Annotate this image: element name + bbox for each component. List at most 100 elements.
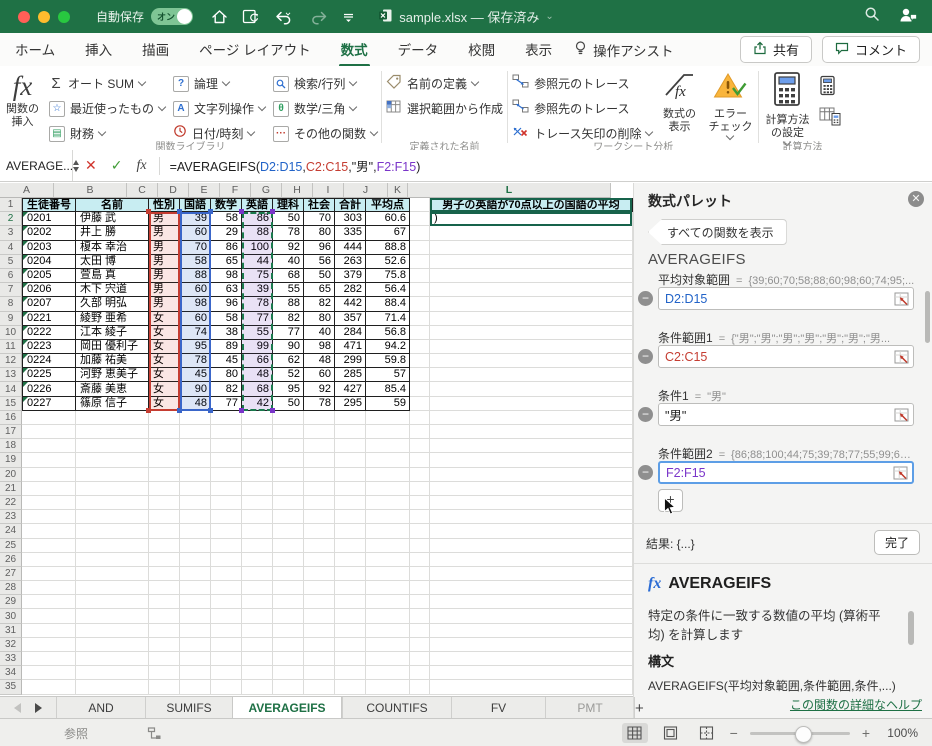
cell-score[interactable]: 98 [180,297,211,312]
description-scrollbar[interactable] [908,611,914,645]
cell-score[interactable]: 77 [273,325,304,340]
empty-cell[interactable] [180,637,211,652]
empty-cell[interactable] [22,467,76,482]
empty-cell[interactable] [304,623,335,638]
empty-cell[interactable] [430,453,633,468]
zoom-out-button[interactable]: − [730,725,738,741]
cell-name[interactable]: 伊藤 武 [76,212,149,227]
empty-cell[interactable] [335,680,366,695]
empty-cell[interactable] [335,510,366,525]
empty-cell[interactable] [335,538,366,553]
cell-name[interactable]: 太田 博 [76,254,149,269]
redo-button[interactable] [310,9,328,25]
empty-cell[interactable] [149,495,180,511]
ribbon-button-検索/行列[interactable]: 検索/行列 [273,71,377,96]
ribbon-button-名前の定義[interactable]: 名前の定義 [386,71,503,96]
sheet-tab-PMT[interactable]: PMT [545,697,634,719]
cell-score[interactable]: 65 [211,254,242,269]
cell-student-id[interactable]: 0221 [22,311,76,326]
argument-input-条件範囲2[interactable]: F2:F15 [658,461,914,484]
row-header-27[interactable]: 27 [0,566,22,582]
empty-cell[interactable] [430,652,633,667]
header-cell[interactable]: 数学 [211,198,242,213]
cell-K[interactable] [410,354,430,369]
column-header-B[interactable]: B [54,183,127,198]
row-header-12[interactable]: 12 [0,354,22,369]
cell-score[interactable]: 60.6 [366,212,410,227]
sheet-tab-SUMIFS[interactable]: SUMIFS [145,697,232,719]
cell-score[interactable]: 99 [242,339,273,355]
empty-cell[interactable] [304,510,335,525]
empty-cell[interactable] [211,467,242,482]
cell-L[interactable] [430,254,633,269]
ribbon-tab-表示[interactable]: 表示 [523,33,554,67]
row-header-29[interactable]: 29 [0,595,22,610]
cell-score[interactable]: 80 [304,226,335,241]
cell-score[interactable]: 57 [366,368,410,383]
cell-score[interactable]: 88 [242,226,273,241]
cell-K[interactable] [410,268,430,284]
empty-cell[interactable] [76,481,149,496]
empty-cell[interactable] [335,425,366,440]
share-button[interactable]: 共有 [739,36,812,63]
row-header-31[interactable]: 31 [0,623,22,638]
ribbon-tab-校閲[interactable]: 校閲 [466,33,497,67]
ribbon-tab-描画[interactable]: 描画 [140,33,171,67]
empty-cell[interactable] [273,524,304,539]
cell-score[interactable]: 379 [335,268,366,284]
row-header-14[interactable]: 14 [0,382,22,397]
argument-input-条件1[interactable]: "男" [658,403,914,426]
add-sheet-button[interactable]: + [634,697,644,719]
header-cell[interactable]: 英語 [242,198,273,213]
cell-score[interactable]: 98 [211,268,242,284]
ribbon-button-エラー[interactable]: エラー チェック [708,71,752,141]
empty-cell[interactable] [304,637,335,652]
empty-cell[interactable] [410,410,430,425]
zoom-slider-thumb[interactable] [794,725,812,743]
cell-L[interactable] [430,325,633,340]
undo-button[interactable] [274,9,296,25]
empty-cell[interactable] [211,637,242,652]
column-header-G[interactable]: G [251,183,282,198]
account-avatar-icon[interactable] [898,6,918,28]
cell-score[interactable]: 82 [211,382,242,397]
empty-cell[interactable] [180,666,211,681]
autosave-control[interactable]: 自動保存 オン [96,8,194,25]
range-picker-icon[interactable] [894,408,909,422]
cell-score[interactable]: 75 [242,268,273,284]
cell-student-id[interactable]: 0224 [22,354,76,369]
empty-cell[interactable] [410,524,430,539]
row-header-8[interactable]: 8 [0,297,22,312]
empty-cell[interactable] [430,595,633,610]
empty-cell[interactable] [335,453,366,468]
done-button[interactable]: 完了 [873,530,920,555]
empty-cell[interactable] [242,453,273,468]
empty-cell[interactable] [22,538,76,553]
cell-score[interactable]: 67 [366,226,410,241]
empty-cell[interactable] [335,595,366,610]
cell-gender[interactable]: 女 [149,311,180,326]
ribbon-button-最近使ったもの[interactable]: ☆ 最近使ったもの [49,96,167,121]
empty-cell[interactable] [76,524,149,539]
empty-cell[interactable] [242,652,273,667]
cell-score[interactable]: 89 [211,339,242,355]
empty-cell[interactable] [410,439,430,454]
empty-cell[interactable] [149,524,180,539]
column-header-F[interactable]: F [220,183,251,198]
cell-score[interactable]: 285 [335,368,366,383]
cell-score[interactable]: 56 [304,254,335,269]
cell-score[interactable]: 60 [180,311,211,326]
empty-cell[interactable] [366,453,410,468]
empty-cell[interactable] [430,637,633,652]
empty-cell[interactable] [430,495,633,511]
empty-cell[interactable] [180,495,211,511]
row-header-11[interactable]: 11 [0,339,22,355]
empty-cell[interactable] [211,524,242,539]
empty-cell[interactable] [242,566,273,582]
empty-cell[interactable] [273,425,304,440]
empty-cell[interactable] [22,623,76,638]
empty-cell[interactable] [22,410,76,425]
empty-cell[interactable] [273,538,304,553]
empty-cell[interactable] [430,524,633,539]
cell-name[interactable]: 江本 綾子 [76,325,149,340]
